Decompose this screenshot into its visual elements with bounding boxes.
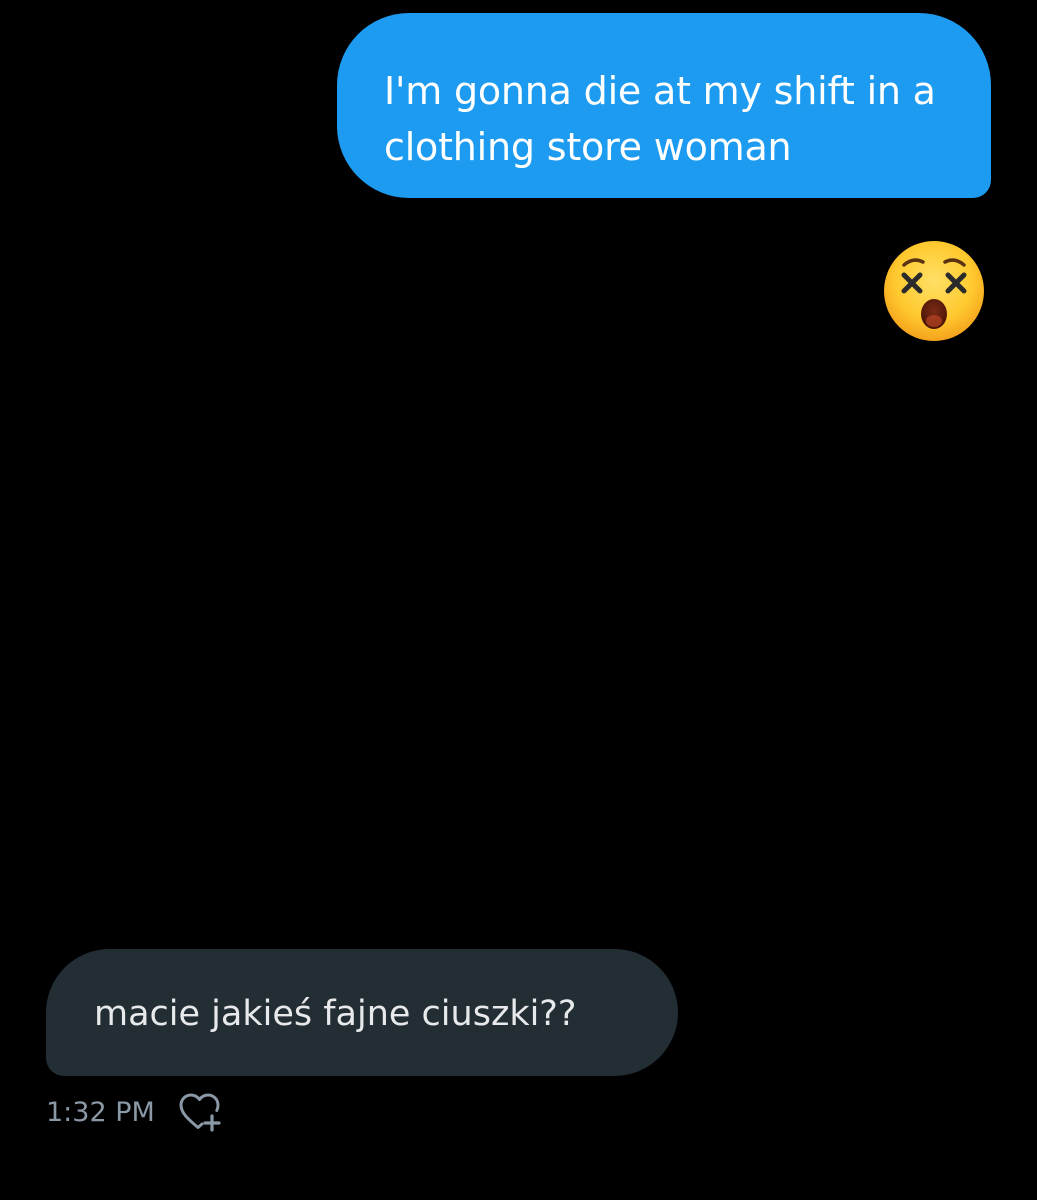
- outgoing-message-text: I'm gonna die at my shift in a clothing …: [384, 69, 936, 169]
- outgoing-message-bubble[interactable]: I'm gonna die at my shift in a clothing …: [337, 13, 991, 198]
- incoming-message-meta: 1:32 PM: [46, 1090, 225, 1134]
- add-reaction-button[interactable]: [177, 1090, 225, 1134]
- heart-plus-icon: [179, 1093, 221, 1132]
- incoming-message-bubble[interactable]: macie jakieś fajne ciuszki??: [46, 949, 678, 1076]
- incoming-message-text: macie jakieś fajne ciuszki??: [94, 994, 577, 1034]
- dizzy-face-emoji-icon: [884, 241, 984, 341]
- message-timestamp: 1:32 PM: [46, 1096, 155, 1128]
- outgoing-emoji-message[interactable]: [882, 239, 986, 343]
